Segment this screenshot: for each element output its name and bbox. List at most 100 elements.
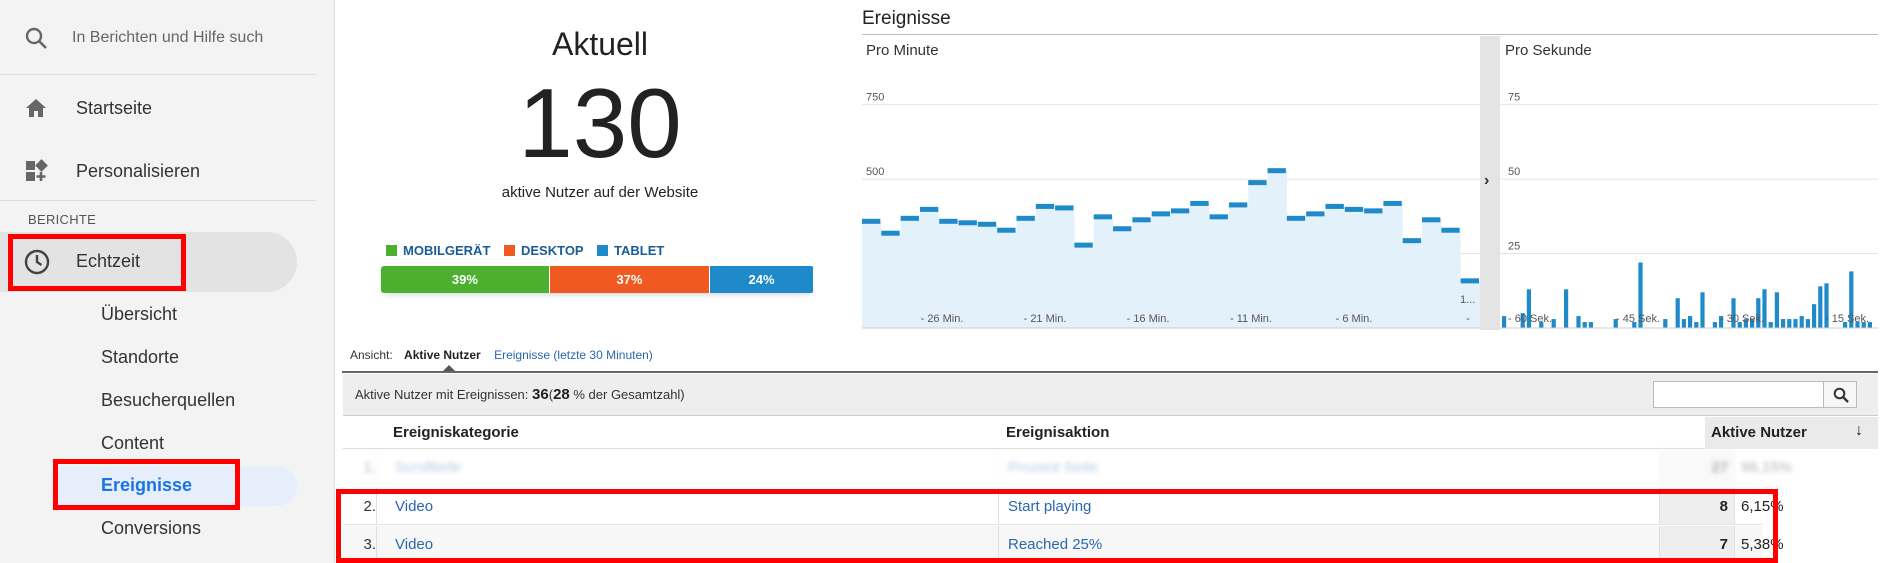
bar-mark[interactable] (1564, 289, 1569, 328)
bar-mark[interactable] (1074, 242, 1093, 248)
bar-mark[interactable] (1306, 211, 1325, 217)
y-tick-label: 75 (1508, 92, 1520, 104)
panel-splitter[interactable]: › (1480, 36, 1500, 330)
bar-mark[interactable] (1551, 319, 1556, 328)
area-fill (1402, 240, 1423, 328)
view-tab-events[interactable]: Ereignisse (letzte 30 Minuten) (494, 348, 653, 362)
bar-mark[interactable] (1805, 319, 1810, 328)
bar-mark[interactable] (1055, 205, 1074, 211)
bar-mark[interactable] (881, 230, 900, 236)
sidebar-item-locations[interactable]: Standorte (101, 347, 179, 368)
bar-mark[interactable] (1812, 304, 1817, 328)
bar-mark[interactable] (1228, 202, 1248, 208)
bar-mark[interactable] (1132, 217, 1151, 223)
bar-mark[interactable] (1799, 316, 1804, 328)
nav-home-label: Startseite (76, 97, 153, 118)
area-fill (1364, 210, 1384, 328)
bar-mark[interactable] (1267, 168, 1286, 174)
bar-mark[interactable] (1793, 319, 1798, 328)
bar-mark[interactable] (1700, 292, 1705, 328)
bar-mark[interactable] (958, 220, 977, 226)
nav-realtime[interactable]: Echtzeit (0, 232, 297, 292)
bar-mark[interactable] (1035, 203, 1055, 209)
legend-tablet-label: TABLET (614, 243, 665, 258)
table-row[interactable]: 2. Video Start playing 8 6,15% (343, 488, 1784, 525)
area-fill (1171, 210, 1191, 328)
per-minute-chart: 750500250- 26 Min.- 21 Min.- 16 Min.- 11… (862, 92, 1480, 329)
area-fill (919, 208, 940, 328)
bar-mark[interactable] (1325, 203, 1344, 209)
bar-mark[interactable] (1681, 319, 1686, 328)
bar-mark[interactable] (997, 227, 1016, 233)
bar-mark[interactable] (1787, 319, 1792, 328)
bar-mark[interactable] (939, 218, 958, 224)
area-fill (1286, 217, 1307, 328)
search-input[interactable] (72, 24, 277, 52)
bar-mark[interactable] (1712, 322, 1717, 328)
bar-mark[interactable] (1818, 286, 1823, 328)
row-category[interactable]: Scrolltiefe (395, 449, 461, 485)
table-row[interactable]: 3. Video Reached 25% 7 5,38% (343, 526, 1784, 563)
bar-mark[interactable] (1576, 316, 1581, 328)
bar-mark[interactable] (900, 215, 919, 221)
bar-mark[interactable] (1016, 215, 1035, 221)
sidebar-item-traffic-sources[interactable]: Besucherquellen (101, 390, 235, 411)
nav-home[interactable]: Startseite (0, 78, 316, 138)
col-header-category[interactable]: Ereigniskategorie (393, 424, 519, 441)
area-fill (1016, 217, 1036, 328)
bar-mark[interactable] (1768, 322, 1773, 328)
sort-desc-icon[interactable]: ↓ (1855, 422, 1863, 440)
bar-mark[interactable] (1781, 319, 1786, 328)
area-fill (939, 220, 959, 328)
bar-mark[interactable] (919, 206, 939, 212)
legend-desktop: DESKTOP (504, 243, 584, 258)
area-fill (1151, 213, 1171, 328)
search-icon (25, 27, 47, 49)
area-fill (1267, 170, 1287, 328)
nav-personalize[interactable]: Personalisieren (0, 141, 316, 201)
bar-mark[interactable] (1286, 215, 1306, 221)
bar-mark[interactable] (1688, 316, 1693, 328)
bar-mark[interactable] (1460, 278, 1479, 284)
bar-mark[interactable] (1402, 238, 1422, 244)
row-category[interactable]: Video (395, 526, 433, 562)
sidebar-item-events[interactable]: Ereignisse (52, 466, 297, 506)
table-search-button[interactable] (1823, 381, 1857, 408)
bar-mark[interactable] (1190, 200, 1209, 206)
row-action[interactable]: Prozent Seite (1008, 449, 1098, 485)
bar-mark[interactable] (1694, 322, 1699, 328)
bar-mark[interactable] (862, 218, 881, 224)
bar-mark[interactable] (1344, 206, 1364, 212)
table-filter-input[interactable] (1653, 381, 1824, 408)
bar-mark[interactable] (1383, 200, 1402, 206)
table-row[interactable]: 1. Scrolltiefe Prozent Seite 27 96,15% (343, 449, 1792, 486)
sidebar-item-content[interactable]: Content (101, 433, 164, 454)
bar-mark[interactable] (977, 221, 997, 227)
bar-mark[interactable] (1441, 227, 1460, 233)
sidebar-item-overview[interactable]: Übersicht (101, 304, 177, 325)
bar-mark[interactable] (1582, 322, 1587, 328)
area-fill (1132, 219, 1152, 328)
row-action[interactable]: Reached 25% (1008, 526, 1102, 562)
bar-mark[interactable] (1675, 298, 1680, 328)
bar-mark[interactable] (1364, 208, 1383, 214)
bar-mark[interactable] (1663, 319, 1668, 328)
row-action[interactable]: Start playing (1008, 488, 1091, 524)
sidebar-item-conversions[interactable]: Conversions (101, 518, 201, 539)
bar-mark[interactable] (1588, 322, 1593, 328)
bar-mark[interactable] (1502, 316, 1507, 328)
view-tab-active-users[interactable]: Aktive Nutzer (404, 348, 481, 362)
bar-mark[interactable] (1248, 180, 1267, 186)
bar-mark[interactable] (1151, 211, 1170, 217)
bar-mark[interactable] (1422, 217, 1441, 223)
divider (998, 488, 999, 524)
bar-mark[interactable] (1171, 208, 1190, 214)
col-header-users[interactable]: Aktive Nutzer (1711, 424, 1807, 441)
col-header-action[interactable]: Ereignisaktion (1006, 424, 1109, 441)
bar-mark[interactable] (1113, 226, 1132, 232)
legend-swatch-tablet (597, 245, 608, 256)
row-category[interactable]: Video (395, 488, 433, 524)
bar-mark[interactable] (1093, 214, 1113, 220)
bar-mark[interactable] (1774, 292, 1779, 328)
bar-mark[interactable] (1209, 214, 1228, 220)
